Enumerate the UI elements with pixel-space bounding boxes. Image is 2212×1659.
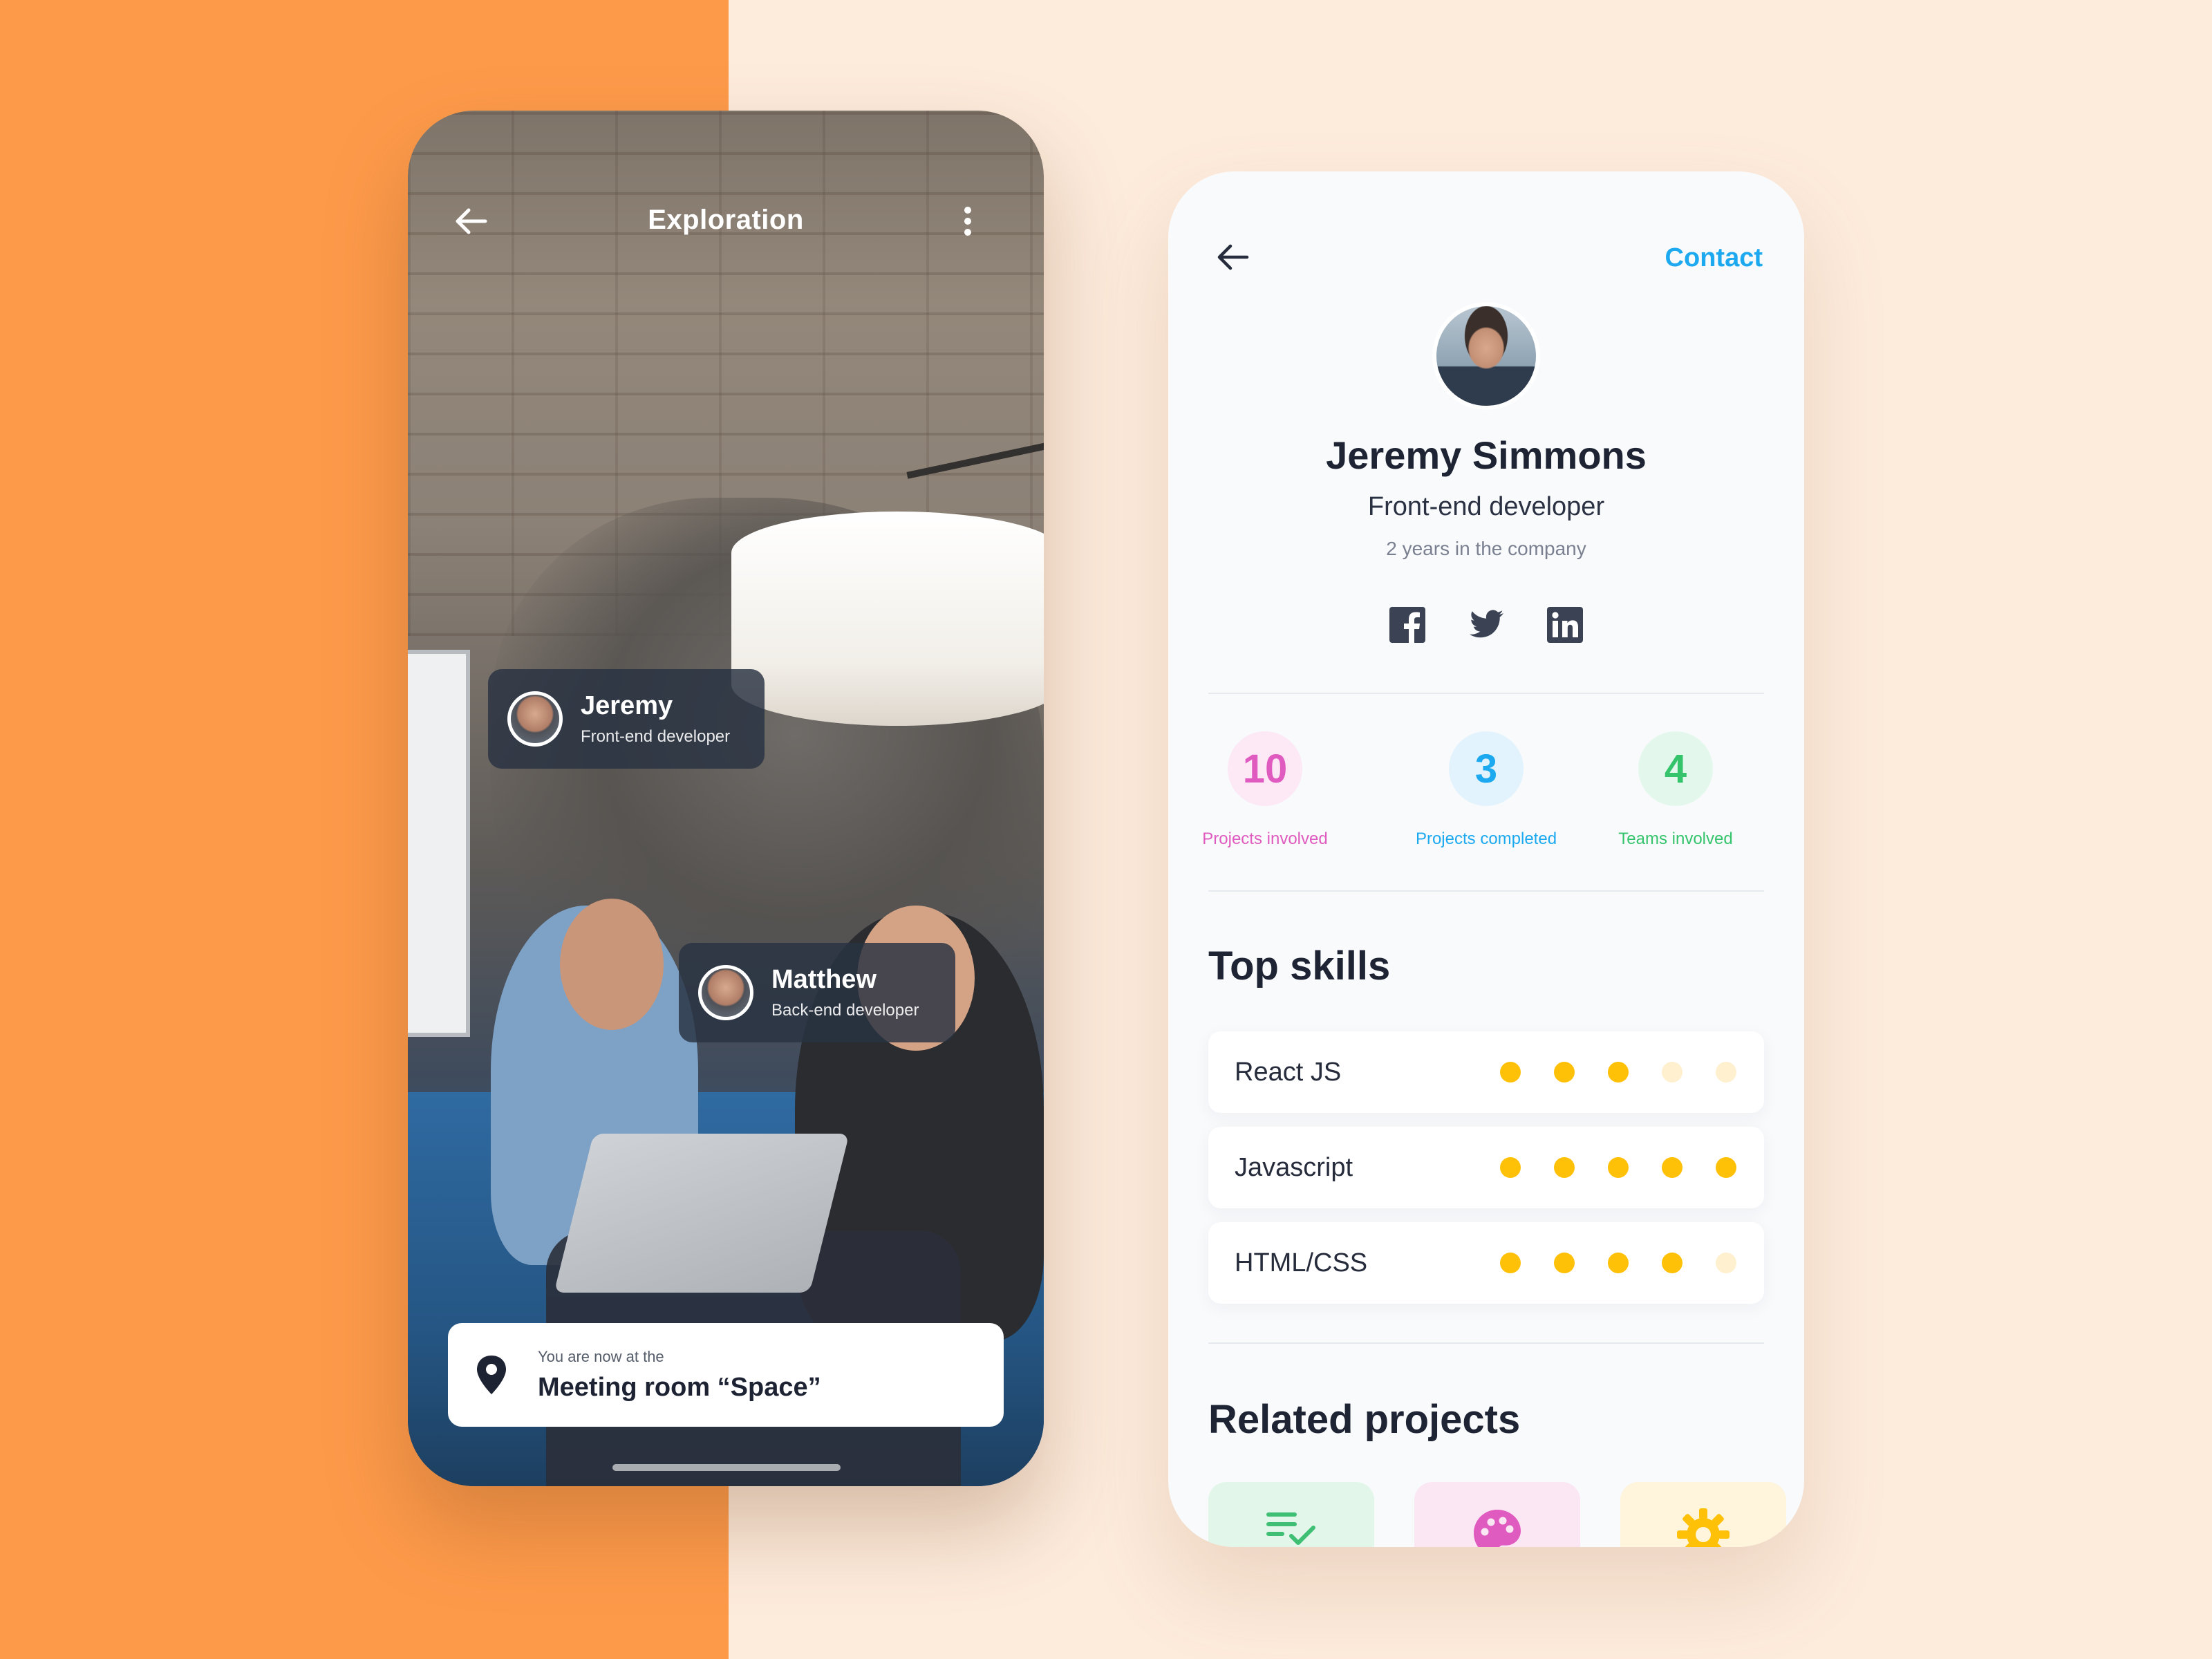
stat-value: 4 <box>1638 731 1713 806</box>
rating-dot-empty <box>1716 1253 1736 1273</box>
profile-role: Front-end developer <box>1367 492 1605 521</box>
rating-dot-filled <box>1554 1062 1575 1082</box>
skill-row-html-css: HTML/CSS <box>1208 1222 1764 1304</box>
arrow-left-icon <box>1217 244 1249 270</box>
stat-label: Projects involved <box>1202 830 1328 848</box>
avatar <box>698 965 753 1020</box>
twitter-icon[interactable] <box>1467 606 1506 644</box>
more-vertical-icon <box>964 207 971 236</box>
stat-projects-involved: 10 Projects involved <box>1175 731 1355 849</box>
location-caption: You are now at the <box>538 1347 664 1365</box>
laptop <box>554 1134 850 1293</box>
stat-projects-completed: 3 Projects completed <box>1396 731 1576 849</box>
stats-row: 10 Projects involved 3 Projects complete… <box>1202 731 1765 856</box>
rating-dot-filled <box>1608 1157 1629 1178</box>
person-role: Back-end developer <box>771 1000 919 1020</box>
profile-avatar-container <box>1421 290 1552 422</box>
skill-rating <box>1500 1253 1736 1273</box>
profile-name: Jeremy Simmons <box>1326 433 1647 477</box>
skill-rating <box>1500 1157 1736 1178</box>
stat-value: 3 <box>1449 731 1524 806</box>
rating-dot-filled <box>1608 1253 1629 1273</box>
home-indicator <box>612 1464 841 1471</box>
whiteboard <box>408 650 470 1037</box>
related-project-card[interactable] <box>1414 1482 1580 1547</box>
palette-icon <box>1474 1510 1521 1547</box>
floor-lamp <box>731 512 1044 726</box>
rating-dot-filled <box>1716 1157 1736 1178</box>
rating-dot-filled <box>1554 1253 1575 1273</box>
task-list-icon <box>1266 1512 1315 1545</box>
divider <box>1208 890 1764 892</box>
top-bar: Exploration <box>408 111 1044 290</box>
rating-dot-filled <box>1608 1062 1629 1082</box>
person-tag-jeremy[interactable]: Jeremy Front-end developer <box>488 669 765 769</box>
rating-dot-filled <box>1554 1157 1575 1178</box>
person-name: Matthew <box>771 965 877 995</box>
stat-label: Projects completed <box>1415 830 1557 848</box>
rating-dot-filled <box>1662 1253 1683 1273</box>
skill-name: Javascript <box>1235 1152 1353 1182</box>
exploration-screen: Exploration Jeremy Front-end developer M… <box>408 111 1044 1486</box>
top-skills-title: Top skills <box>1208 944 1391 988</box>
gear-icon <box>1677 1508 1730 1547</box>
person-tag-matthew[interactable]: Matthew Back-end developer <box>679 943 955 1042</box>
office-photo <box>408 111 1044 1486</box>
person-name: Jeremy <box>581 691 673 721</box>
more-options-button[interactable] <box>947 194 988 249</box>
related-projects-list <box>1208 1482 1804 1547</box>
facebook-icon[interactable] <box>1388 606 1427 644</box>
avatar <box>507 691 563 747</box>
profile-screen: Contact Jeremy Simmons Front-end develop… <box>1168 171 1804 1547</box>
rating-dot-filled <box>1500 1253 1521 1273</box>
rating-dot-empty <box>1662 1062 1683 1082</box>
skill-name: React JS <box>1235 1057 1342 1087</box>
related-projects-title: Related projects <box>1208 1397 1521 1442</box>
current-location-card[interactable]: You are now at the Meeting room “Space” <box>448 1323 1004 1427</box>
stat-label: Teams involved <box>1618 830 1733 848</box>
stat-teams-involved: 4 Teams involved <box>1586 731 1765 849</box>
rating-dot-filled <box>1500 1157 1521 1178</box>
skill-row-react: React JS <box>1208 1031 1764 1113</box>
rating-dot-filled <box>1500 1062 1521 1082</box>
rating-dot-empty <box>1716 1062 1736 1082</box>
divider <box>1208 693 1764 694</box>
back-button[interactable] <box>1206 232 1261 282</box>
social-links <box>1168 606 1804 644</box>
rating-dot-filled <box>1662 1157 1683 1178</box>
skill-row-javascript: Javascript <box>1208 1127 1764 1208</box>
location-pin-icon <box>477 1356 506 1394</box>
linkedin-icon[interactable] <box>1546 606 1584 644</box>
avatar <box>1432 302 1540 410</box>
divider <box>1208 1342 1764 1344</box>
stat-value: 10 <box>1228 731 1302 806</box>
related-project-card[interactable] <box>1620 1482 1786 1547</box>
person-role: Front-end developer <box>581 727 731 746</box>
related-project-card[interactable] <box>1208 1482 1374 1547</box>
contact-link[interactable]: Contact <box>1665 243 1763 273</box>
skill-name: HTML/CSS <box>1235 1248 1368 1277</box>
skill-rating <box>1500 1062 1736 1082</box>
profile-tenure: 2 years in the company <box>1386 538 1586 559</box>
location-room: Meeting room “Space” <box>538 1372 821 1402</box>
